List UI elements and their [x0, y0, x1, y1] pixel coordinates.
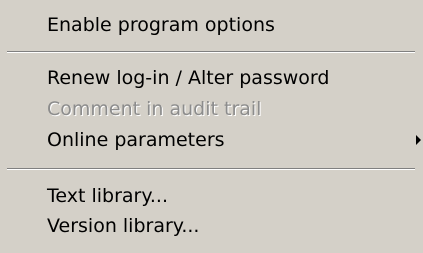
chevron-right-icon [416, 135, 421, 145]
menu-item-version-library[interactable]: Version library... [0, 211, 423, 241]
menu-item-label: Version library... [47, 215, 200, 237]
menu-item-label: Comment in audit trail [47, 98, 262, 120]
menu-item-label: Online parameters [47, 129, 225, 151]
menu-item-text-library[interactable]: Text library... [0, 181, 423, 211]
menu-separator [7, 168, 415, 170]
menu-item-comment-in-audit-trail: Comment in audit trail [0, 94, 423, 124]
menu-item-label: Text library... [47, 185, 169, 207]
menu-item-renew-login-alter-password[interactable]: Renew log-in / Alter password [0, 63, 423, 93]
context-menu: Enable program options Renew log-in / Al… [0, 0, 423, 253]
menu-item-label: Renew log-in / Alter password [47, 67, 330, 89]
menu-item-label: Enable program options [47, 14, 275, 36]
menu-item-enable-program-options[interactable]: Enable program options [0, 10, 423, 40]
menu-item-online-parameters[interactable]: Online parameters [0, 125, 423, 155]
menu-separator [7, 51, 415, 53]
